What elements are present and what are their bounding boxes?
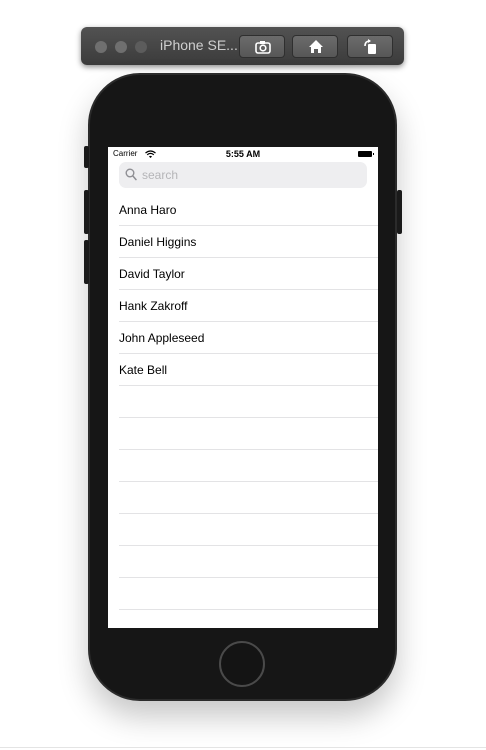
close-window-button[interactable] (95, 41, 107, 53)
contact-list: Anna Haro Daniel Higgins David Taylor Hank … (108, 194, 378, 628)
simulator-title: iPhone SE... (160, 37, 238, 53)
contact-row[interactable]: Anna Haro (119, 194, 378, 226)
power-button (397, 190, 402, 234)
minimize-window-button[interactable] (115, 41, 127, 53)
search-icon (125, 168, 137, 181)
contact-row[interactable]: Hank Zakroff (119, 290, 378, 322)
home-button[interactable] (219, 641, 265, 687)
status-time: 5:55 AM (225, 149, 261, 159)
empty-row (119, 514, 378, 546)
empty-row (119, 450, 378, 482)
zoom-window-button[interactable] (135, 41, 147, 53)
simulator-toolbar: iPhone SE... (81, 27, 404, 65)
screenshot-icon (255, 41, 271, 54)
search-bar[interactable] (119, 162, 367, 188)
contact-row[interactable]: Daniel Higgins (119, 226, 378, 258)
rotate-icon (364, 39, 376, 54)
volume-down-button (84, 240, 89, 284)
home-toolbar-button[interactable] (292, 35, 338, 58)
rotate-button[interactable] (347, 35, 393, 58)
screenshot-button[interactable] (239, 35, 285, 58)
divider (0, 747, 486, 748)
empty-row (119, 578, 378, 610)
page: iPhone SE... Carrier 5:55 AM search Anna… (0, 0, 486, 750)
contact-row[interactable]: David Taylor (119, 258, 378, 290)
empty-row (119, 386, 378, 418)
mute-switch (84, 146, 89, 168)
battery-icon (358, 151, 374, 157)
contact-row[interactable]: John Appleseed (119, 322, 378, 354)
home-icon (309, 40, 323, 53)
volume-up-button (84, 190, 89, 234)
empty-row (119, 482, 378, 514)
empty-row (119, 546, 378, 578)
search-input[interactable] (142, 166, 357, 184)
contact-row[interactable]: Kate Bell (119, 354, 378, 386)
empty-row (119, 610, 378, 628)
phone-screen: Carrier 5:55 AM Anna HaroDaniel HigginsD… (108, 147, 378, 628)
status-bar: Carrier 5:55 AM (108, 147, 378, 161)
empty-row (119, 418, 378, 450)
